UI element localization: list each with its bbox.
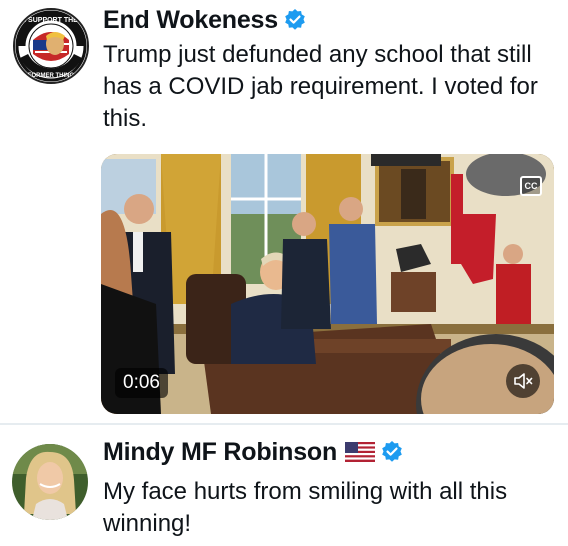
post-end-wokeness[interactable]: I SUPPORT THE FORMER THING End Wokeness … xyxy=(0,0,568,424)
avatar-logo-icon: I SUPPORT THE FORMER THING xyxy=(15,10,87,82)
us-flag-icon xyxy=(345,440,376,469)
svg-text:FORMER THING: FORMER THING xyxy=(28,73,75,79)
video-frame-image xyxy=(101,154,554,414)
avatar[interactable] xyxy=(12,444,88,520)
avatar[interactable]: I SUPPORT THE FORMER THING xyxy=(13,8,89,84)
author-name-text[interactable]: End Wokeness xyxy=(103,6,278,34)
verified-badge-icon xyxy=(284,9,306,38)
avatar-photo-icon xyxy=(12,444,88,520)
author-name-text[interactable]: Mindy MF Robinson xyxy=(103,438,337,466)
captions-label: CC xyxy=(524,181,538,191)
video-duration-badge: 0:06 xyxy=(115,368,168,398)
svg-text:I SUPPORT THE: I SUPPORT THE xyxy=(24,17,78,24)
post-mindy-robinson[interactable]: Mindy MF Robinson My face hurts from smi… xyxy=(0,424,568,546)
video-player[interactable]: CC 0:06 xyxy=(101,154,554,414)
post-text: My face hurts from smiling with all this… xyxy=(103,478,508,537)
mute-toggle-button[interactable] xyxy=(506,364,540,398)
speaker-muted-icon xyxy=(514,373,533,389)
verified-badge-icon xyxy=(381,441,403,470)
author-name[interactable]: End Wokeness xyxy=(103,6,306,38)
post-text: Trump just defunded any school that stil… xyxy=(103,41,538,132)
author-name[interactable]: Mindy MF Robinson xyxy=(103,438,403,470)
captions-button[interactable]: CC xyxy=(520,176,542,196)
